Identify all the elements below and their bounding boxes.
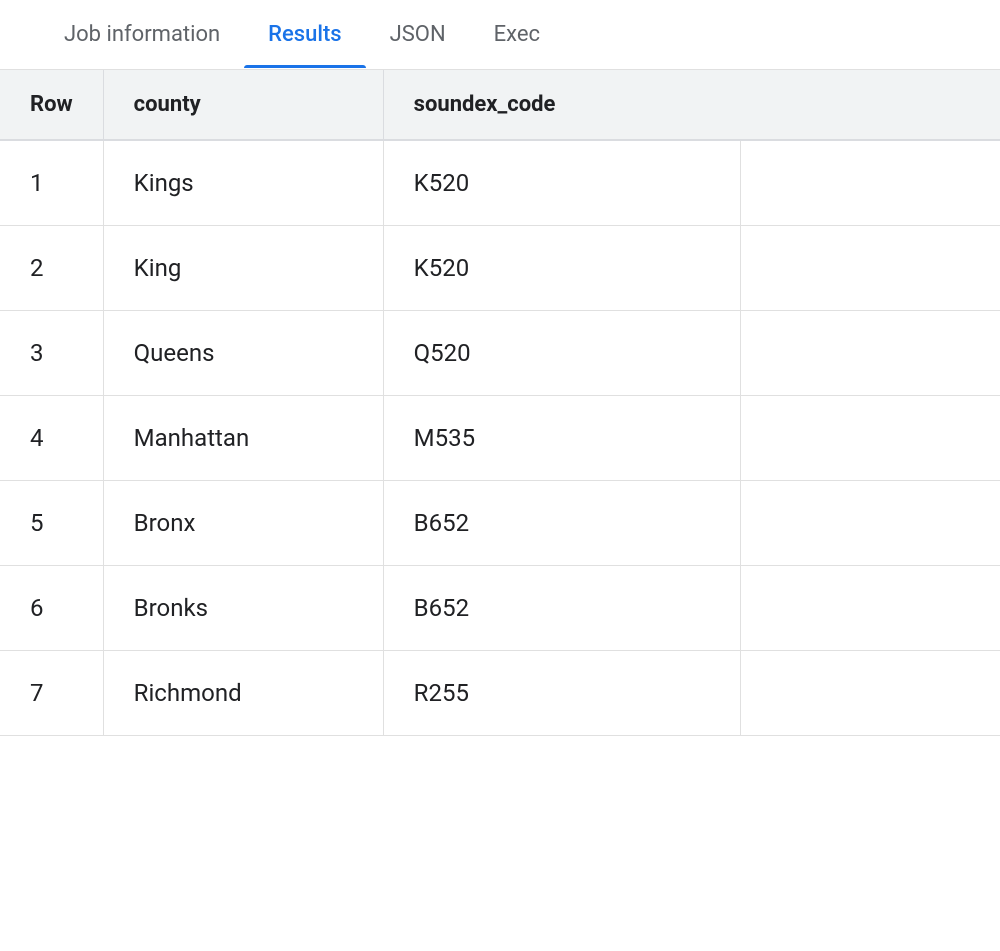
cell-extra: [740, 226, 1000, 311]
cell-extra: [740, 481, 1000, 566]
cell-county: King: [103, 226, 383, 311]
col-header-extra: [740, 70, 1000, 140]
cell-soundex-code: B652: [383, 481, 740, 566]
results-table: Row county soundex_code 1KingsK5202KingK…: [0, 70, 1000, 736]
cell-county: Queens: [103, 311, 383, 396]
cell-row-number: 6: [0, 566, 103, 651]
table-row: 7RichmondR255: [0, 651, 1000, 736]
col-header-county: county: [103, 70, 383, 140]
cell-extra: [740, 566, 1000, 651]
cell-soundex-code: R255: [383, 651, 740, 736]
table-row: 1KingsK520: [0, 140, 1000, 226]
tab-results[interactable]: Results: [244, 2, 365, 67]
tab-json[interactable]: JSON: [366, 2, 470, 67]
cell-extra: [740, 651, 1000, 736]
cell-county: Manhattan: [103, 396, 383, 481]
cell-county: Richmond: [103, 651, 383, 736]
cell-soundex-code: M535: [383, 396, 740, 481]
col-header-row: Row: [0, 70, 103, 140]
cell-extra: [740, 311, 1000, 396]
table-row: 6BronksB652: [0, 566, 1000, 651]
results-table-wrapper: Row county soundex_code 1KingsK5202KingK…: [0, 70, 1000, 736]
cell-row-number: 1: [0, 140, 103, 226]
table-row: 5BronxB652: [0, 481, 1000, 566]
cell-extra: [740, 140, 1000, 226]
cell-row-number: 5: [0, 481, 103, 566]
cell-soundex-code: K520: [383, 226, 740, 311]
tab-job-information[interactable]: Job information: [40, 2, 244, 67]
cell-soundex-code: Q520: [383, 311, 740, 396]
tab-exec[interactable]: Exec: [470, 2, 564, 67]
cell-row-number: 3: [0, 311, 103, 396]
cell-county: Bronks: [103, 566, 383, 651]
table-row: 3QueensQ520: [0, 311, 1000, 396]
cell-row-number: 7: [0, 651, 103, 736]
cell-soundex-code: K520: [383, 140, 740, 226]
cell-row-number: 2: [0, 226, 103, 311]
table-row: 4ManhattanM535: [0, 396, 1000, 481]
cell-county: Bronx: [103, 481, 383, 566]
cell-county: Kings: [103, 140, 383, 226]
table-row: 2KingK520: [0, 226, 1000, 311]
cell-extra: [740, 396, 1000, 481]
col-header-soundex: soundex_code: [383, 70, 740, 140]
table-header-row: Row county soundex_code: [0, 70, 1000, 140]
tabs-bar: Job information Results JSON Exec: [0, 0, 1000, 70]
cell-row-number: 4: [0, 396, 103, 481]
cell-soundex-code: B652: [383, 566, 740, 651]
